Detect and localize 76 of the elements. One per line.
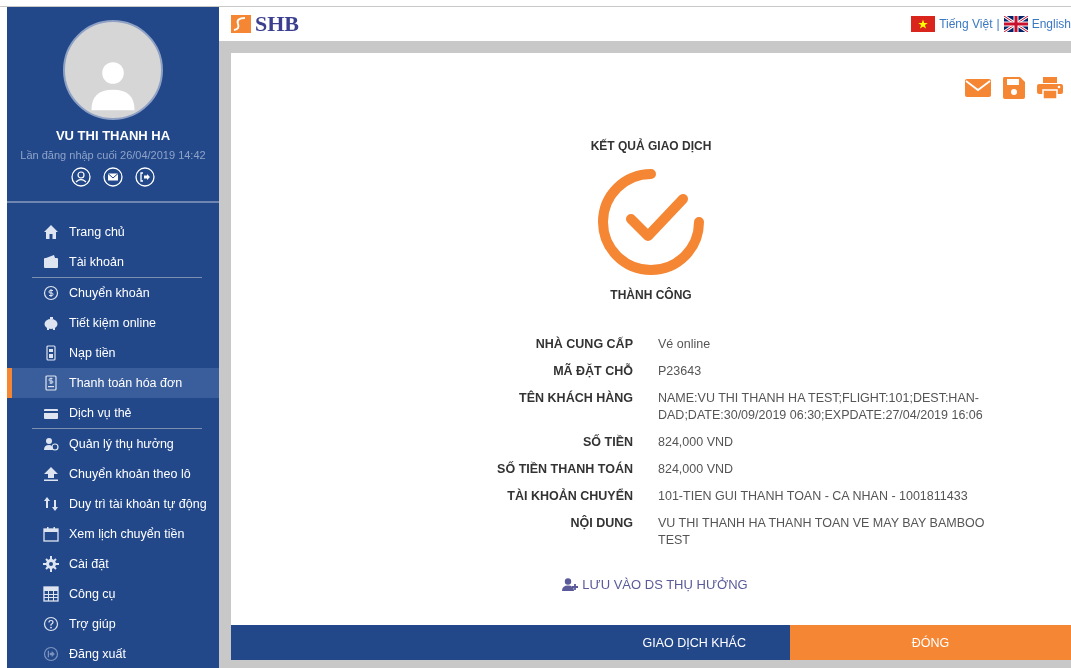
menu-item[interactable]: Duy trì tài khoản tự động [7,489,219,519]
menu-item-label: Cài đặt [69,557,109,571]
detail-value: Vé online [658,336,712,353]
menu-item-label: Đăng xuất [69,647,126,661]
menu-item-label: Trang chủ [69,225,125,239]
result-title: KẾT QUẢ GIAO DỊCH [590,139,712,153]
menu-item[interactable]: Chuyển khoản theo lô [7,459,219,489]
menu-item[interactable]: Nạp tiền [7,338,219,368]
logo-text: SHB [255,11,300,37]
gear-icon [43,556,59,572]
calculator-icon [43,586,59,602]
detail-label: NỘI DUNG [569,515,633,532]
detail-value: 101-TIEN GUI THANH TOAN - CA NHAN - 1001811433 [658,488,969,505]
phone-icon [43,345,59,361]
detail-label: MÃ ĐẶT CHỖ [552,363,633,380]
save-beneficiary-link[interactable]: LƯU VÀO DS THỤ HƯỞNG [562,577,748,592]
home-icon [43,224,59,240]
last-login-text: Lần đăng nhập cuối 26/04/2019 14:42 [20,149,206,161]
menu-item-label: Xem lịch chuyển tiền [69,527,185,541]
detail-label: SỐ TIỀN [582,434,633,451]
menu-item-label: Tài khoản [69,255,124,269]
menu-item[interactable]: Cài đặt [7,549,219,579]
menu-item[interactable]: Trang chủ [7,217,219,247]
language-link[interactable]: English [1031,17,1071,31]
logout-icon [43,646,59,662]
mail-icon[interactable] [103,167,123,187]
up-down-arrows-icon [43,496,59,512]
language-link[interactable]: Tiếng Việt [939,17,993,31]
detail-label: TÀI KHOẢN CHUYỂN [506,488,633,505]
bill-icon [43,375,59,391]
people-icon [43,436,59,452]
detail-label: NHÀ CUNG CẤP [534,336,633,353]
upload-icon [43,466,59,482]
detail-value: NAME:VU THI THANH HA TEST;FLIGHT:101;DEST:HAN-DAD;DATE:30/09/2019 06:30;EXPDATE:27/04/2019 16:06 [658,390,984,424]
wallet-icon [43,254,59,270]
calendar-icon [43,526,59,542]
uk-flag-icon[interactable] [1003,16,1028,32]
menu-item[interactable]: Chuyển khoản [7,278,219,308]
result-status: THÀNH CÔNG [610,288,692,302]
detail-value: VU THI THANH HA THANH TOAN VE MAY BAY BAMBOO TEST [658,515,986,549]
piggy-bank-icon [43,315,59,331]
menu-item[interactable]: Quản lý thụ hưởng [7,429,219,459]
vietnam-flag-icon[interactable] [911,16,936,32]
menu-item-label: Trợ giúp [69,617,116,631]
menu-item-label: Công cụ [69,587,116,601]
detail-value: 824,000 VND [658,461,735,478]
detail-value: 824,000 VND [658,434,735,451]
menu-item[interactable]: Tài khoản [7,247,219,277]
menu-item[interactable]: Dịch vụ thẻ [7,398,219,428]
menu-item[interactable]: Trợ giúp [7,609,219,639]
detail-value: P23643 [658,363,703,380]
currency-cycle-icon [43,285,59,301]
logo-mark-icon [231,15,251,33]
menu-item[interactable]: Xem lịch chuyển tiền [7,519,219,549]
menu-item-label: Quản lý thụ hưởng [69,437,174,451]
menu-item-label: Duy trì tài khoản tự động [69,497,207,511]
menu-item[interactable]: Thanh toán hóa đơn [7,368,219,398]
menu-item-label: Thanh toán hóa đơn [69,376,183,390]
detail-label: SỐ TIỀN THANH TOÁN [496,461,633,478]
menu-item[interactable]: Tiết kiệm online [7,308,219,338]
menu-item-label: Tiết kiệm online [69,316,157,330]
menu-item-label: Dịch vụ thẻ [69,406,132,420]
add-user-icon [562,578,579,591]
menu-item[interactable]: Công cụ [7,579,219,609]
user-name: VU THI THANH HA [55,128,171,143]
help-icon [43,616,59,632]
logout-icon[interactable] [135,167,155,187]
separator-text: | [996,17,1000,31]
profile-icon[interactable] [71,167,91,187]
menu-item[interactable]: Đăng xuất [7,639,219,668]
menu-item-label: Chuyển khoản [69,286,150,300]
menu-item-label: Chuyển khoản theo lô [69,467,191,481]
success-check-icon [598,169,704,275]
menu-item-label: Nạp tiền [69,346,116,360]
detail-label: TÊN KHÁCH HÀNG [518,390,633,407]
other-transaction-button[interactable]: GIAO DỊCH KHÁC [231,625,790,660]
